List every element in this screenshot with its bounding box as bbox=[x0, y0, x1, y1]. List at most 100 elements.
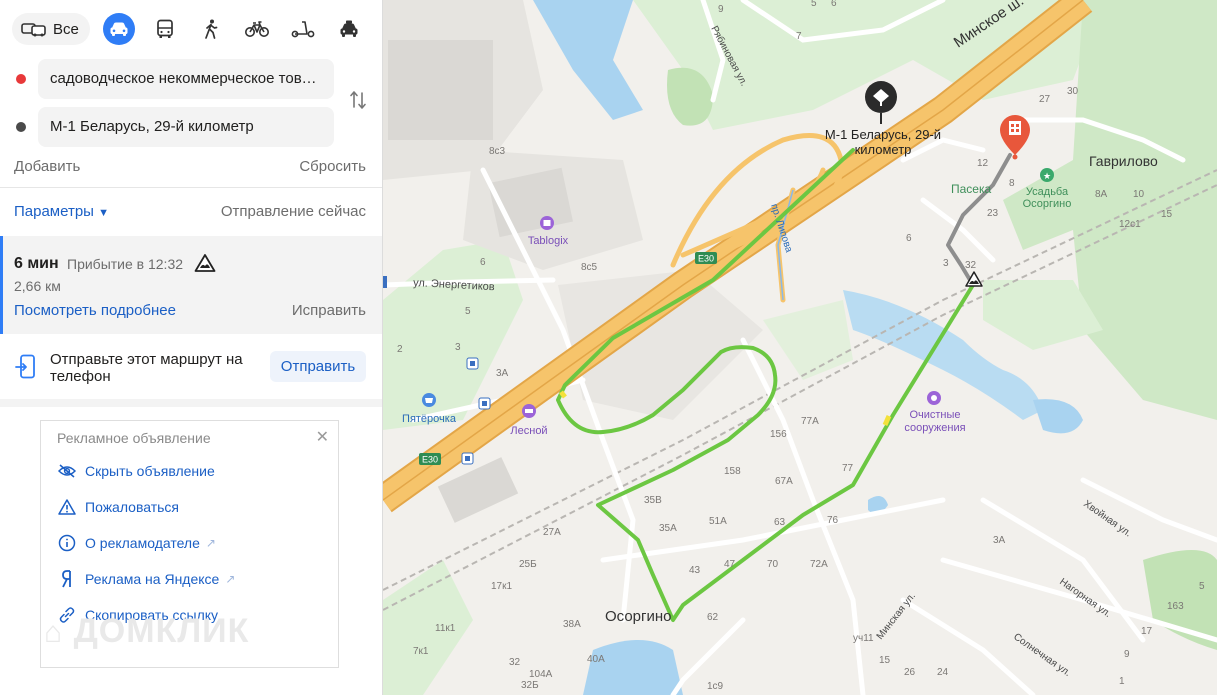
route-panel: Все садоводческое некоммерческое товар..… bbox=[0, 0, 383, 695]
house-number: 3 bbox=[943, 258, 949, 269]
reset-link[interactable]: Сбросить bbox=[299, 158, 366, 175]
route-slow-segment bbox=[559, 390, 567, 399]
house-number: 67А bbox=[775, 476, 793, 487]
house-number: 3А bbox=[993, 535, 1006, 546]
route-to-input[interactable]: М-1 Беларусь, 29-й километр bbox=[38, 107, 334, 147]
house-number: 77 bbox=[842, 463, 854, 474]
house-number: 77А bbox=[801, 416, 819, 427]
house-number: 32Б bbox=[521, 680, 539, 691]
fix-route-link[interactable]: Исправить bbox=[292, 302, 366, 319]
params-row: Параметры ▼ Отправление сейчас bbox=[14, 203, 366, 220]
ad-complain-item[interactable]: Пожаловаться bbox=[57, 497, 179, 517]
gavrilovo-label: Гаврилово bbox=[1089, 153, 1158, 169]
house-number: 35А bbox=[659, 523, 677, 534]
bicycle-icon bbox=[244, 21, 269, 37]
route-option-card[interactable]: 6 мин Прибытие в 12:32 2,66 км Посмотрет… bbox=[0, 236, 382, 334]
basket-icon bbox=[425, 398, 433, 403]
house-number: 11к1 bbox=[435, 623, 456, 634]
route-from-row: садоводческое некоммерческое товар... bbox=[0, 59, 382, 99]
ad-copy-link-label: Скопировать ссылку bbox=[85, 607, 219, 623]
star-icon: ★ bbox=[1043, 171, 1051, 181]
house-number: 62 bbox=[707, 612, 719, 623]
map-view[interactable]: E30 E30 Минское ш. ул. Энергетиков Рябин… bbox=[383, 0, 1217, 695]
warning-icon bbox=[57, 497, 77, 517]
house-number: 8с5 bbox=[581, 262, 598, 273]
mode-all-button[interactable]: Все bbox=[12, 13, 90, 45]
phone-icon bbox=[15, 354, 35, 379]
house-number: 163 bbox=[1167, 601, 1184, 612]
usadba-label: Усадьба Осоргино bbox=[1022, 186, 1072, 210]
external-link-icon: ↗ bbox=[225, 572, 236, 586]
e30-shield: E30 bbox=[419, 453, 441, 465]
house-number: 24 bbox=[937, 667, 949, 678]
scooter-mode-button[interactable] bbox=[287, 13, 319, 45]
walk-mode-button[interactable] bbox=[195, 13, 227, 45]
house-number: 47 bbox=[724, 559, 736, 570]
bicycle-mode-button[interactable] bbox=[241, 13, 273, 45]
briefcase-icon bbox=[543, 220, 551, 226]
bus-stop-icon[interactable] bbox=[466, 357, 479, 370]
bus-stop-icon[interactable] bbox=[461, 452, 474, 465]
ad-hide-item[interactable]: Скрыть объявление bbox=[57, 461, 215, 481]
hide-eye-icon bbox=[57, 461, 77, 481]
ad-hide-label: Скрыть объявление bbox=[85, 463, 215, 479]
house-number: 17 bbox=[1141, 626, 1153, 637]
section-divider bbox=[0, 399, 382, 407]
ad-yandex-item[interactable]: Реклама на Яндексе ↗ bbox=[57, 569, 235, 589]
ad-advertiser-label: О рекламодателе bbox=[85, 535, 200, 551]
house-number: 1с9 bbox=[707, 681, 724, 692]
ad-complain-label: Пожаловаться bbox=[85, 499, 180, 515]
house-number: 3А bbox=[496, 368, 509, 379]
house-number: 23 bbox=[987, 208, 999, 219]
house-number: 2 bbox=[397, 344, 403, 355]
house-number: 32 bbox=[509, 657, 521, 668]
car-mode-button[interactable] bbox=[102, 13, 135, 45]
bus-stop-icon[interactable] bbox=[383, 276, 387, 288]
departure-time-button[interactable]: Отправление сейчас bbox=[221, 203, 366, 220]
send-to-phone-button[interactable]: Отправить bbox=[270, 351, 366, 382]
bus-stop-icon[interactable] bbox=[478, 397, 491, 410]
bus-mode-button[interactable] bbox=[149, 13, 181, 45]
taxi-mode-button[interactable] bbox=[333, 13, 365, 45]
car-icon bbox=[110, 22, 128, 36]
paseka-label: Пасека bbox=[951, 182, 991, 196]
chevron-down-icon: ▼ bbox=[98, 207, 110, 219]
house-number: 9 bbox=[1124, 649, 1130, 660]
ad-menu: Рекламное объявление ✕ Скрыть объявление… bbox=[40, 420, 339, 668]
house-number: 12 bbox=[977, 158, 989, 169]
add-point-link[interactable]: Добавить bbox=[14, 158, 80, 175]
all-modes-icon bbox=[21, 23, 46, 37]
e30-label: E30 bbox=[422, 455, 438, 465]
house-number: 9 bbox=[718, 4, 724, 15]
swap-points-icon[interactable] bbox=[346, 88, 370, 112]
ad-copy-link-item[interactable]: Скопировать ссылку bbox=[57, 605, 218, 625]
walk-icon bbox=[205, 19, 218, 39]
house-number: 6 bbox=[480, 257, 486, 268]
house-number: 156 bbox=[770, 429, 787, 440]
house-number: 76 bbox=[827, 515, 839, 526]
house-number: 3 bbox=[455, 342, 461, 353]
house-number: 8с3 bbox=[489, 146, 506, 157]
params-button[interactable]: Параметры ▼ bbox=[14, 203, 109, 220]
house-number: 35В bbox=[644, 495, 662, 506]
pyaterochka-label: Пятёрочка bbox=[402, 413, 457, 425]
info-icon bbox=[57, 533, 77, 553]
e30-shield: E30 bbox=[695, 252, 717, 264]
map-canvas[interactable]: E30 E30 Минское ш. ул. Энергетиков Рябин… bbox=[383, 0, 1217, 695]
external-link-icon: ↗ bbox=[205, 536, 216, 550]
ad-yandex-label: Реклама на Яндексе bbox=[85, 571, 220, 587]
taxi-icon bbox=[340, 20, 358, 37]
house-number: 17к1 bbox=[491, 581, 512, 592]
ad-advertiser-item[interactable]: О рекламодателе ↗ bbox=[57, 533, 216, 553]
lesnoy-label: Лесной bbox=[510, 425, 547, 437]
house-number: 5 bbox=[1199, 581, 1205, 592]
route-from-input[interactable]: садоводческое некоммерческое товар... bbox=[38, 59, 334, 99]
osorgino-label: Осоргино bbox=[605, 608, 672, 625]
mode-all-label: Все bbox=[53, 20, 79, 38]
close-icon[interactable]: ✕ bbox=[316, 427, 329, 447]
building-icon bbox=[1009, 121, 1021, 135]
house-number: 104А bbox=[529, 669, 553, 680]
route-details-link[interactable]: Посмотреть подробнее bbox=[14, 302, 176, 319]
ad-menu-title: Рекламное объявление bbox=[57, 430, 211, 446]
house-number: 40А bbox=[587, 654, 605, 665]
